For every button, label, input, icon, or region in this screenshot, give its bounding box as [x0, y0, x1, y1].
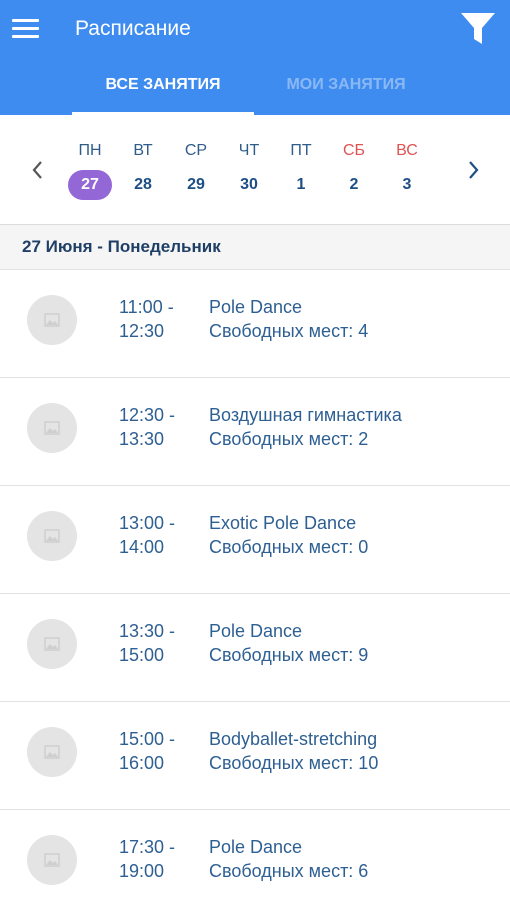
day-of-week-label: ПТ [290, 142, 312, 159]
day-of-week-label: ВТ [133, 142, 153, 159]
session-end: 12:30 [119, 321, 165, 341]
selected-date-label: 27 Июня - Понедельник [22, 237, 221, 256]
day-of-week-label: СБ [342, 142, 366, 159]
tab-all-classes[interactable]: ВСЕ ЗАНЯТИЯ [72, 62, 254, 115]
app-header: Расписание ВСЕ ЗАНЯТИЯ МОИ ЗАНЯТИЯ [0, 0, 510, 115]
session-time: 12:30 - 13:30 [119, 403, 199, 451]
session-time: 13:30 - 15:00 [119, 619, 199, 667]
session-list: 11:00 - 12:30 Pole Dance Свободных мест:… [0, 270, 510, 900]
day-thursday[interactable]: ЧТ 30 [224, 140, 274, 204]
day-of-week-label: ВС [396, 142, 418, 159]
week-day-selector: ПН 27 ВТ 28 СР 29 ЧТ 30 ПТ 1 СБ 2 ВС 3 [0, 115, 510, 225]
session-start: 17:30 - [119, 837, 176, 857]
session-seats: Свободных мест: 6 [209, 861, 369, 881]
day-friday[interactable]: ПТ 1 [276, 140, 326, 204]
tab-my-classes[interactable]: МОИ ЗАНЯТИЯ [254, 62, 438, 115]
session-info: Pole Dance Свободных мест: 6 [209, 835, 499, 883]
day-sunday[interactable]: ВС 3 [382, 140, 432, 204]
day-of-week-label: ЧТ [238, 142, 260, 159]
session-start: 11:00 - [119, 297, 174, 317]
session-name: Pole Dance [209, 621, 303, 641]
session-name: Bodyballet-stretching [209, 729, 378, 749]
session-start: 13:00 - [119, 513, 176, 533]
session-start: 15:00 - [119, 729, 176, 749]
session-row[interactable]: 12:30 - 13:30 Воздушная гимнастика Свобо… [0, 378, 510, 486]
session-end: 16:00 [119, 753, 165, 773]
image-placeholder-icon [27, 727, 77, 777]
session-time: 11:00 - 12:30 [119, 295, 199, 343]
hamburger-menu-icon[interactable] [12, 16, 40, 42]
session-seats: Свободных мест: 10 [209, 753, 379, 773]
filter-funnel-icon[interactable] [458, 10, 498, 48]
chevron-left-icon[interactable] [27, 155, 49, 185]
day-date-label: 30 [240, 176, 258, 193]
session-info: Bodyballet-stretching Свободных мест: 10 [209, 727, 499, 775]
session-start: 12:30 - [119, 405, 176, 425]
session-info: Воздушная гимнастика Свободных мест: 2 [209, 403, 499, 451]
image-placeholder-icon [27, 511, 77, 561]
day-wednesday[interactable]: СР 29 [171, 140, 221, 204]
day-date-label: 3 [402, 176, 412, 193]
session-seats: Свободных мест: 9 [209, 645, 369, 665]
session-name: Pole Dance [209, 297, 303, 317]
session-end: 15:00 [119, 645, 165, 665]
session-row[interactable]: 15:00 - 16:00 Bodyballet-stretching Своб… [0, 702, 510, 810]
day-date-label: 2 [349, 176, 359, 193]
session-seats: Свободных мест: 2 [209, 429, 369, 449]
image-placeholder-icon [27, 619, 77, 669]
selected-date-header: 27 Июня - Понедельник [0, 225, 510, 270]
day-date-label: 28 [134, 176, 152, 193]
session-time: 15:00 - 16:00 [119, 727, 199, 775]
session-row[interactable]: 13:30 - 15:00 Pole Dance Свободных мест:… [0, 594, 510, 702]
day-date-label: 29 [187, 176, 205, 193]
day-monday[interactable]: ПН 27 [65, 140, 115, 204]
session-seats: Свободных мест: 4 [209, 321, 369, 341]
day-tuesday[interactable]: ВТ 28 [118, 140, 168, 204]
session-time: 13:00 - 14:00 [119, 511, 199, 559]
session-info: Pole Dance Свободных мест: 4 [209, 295, 499, 343]
session-name: Exotic Pole Dance [209, 513, 357, 533]
day-saturday[interactable]: СБ 2 [329, 140, 379, 204]
session-name: Воздушная гимнастика [209, 405, 402, 425]
session-row[interactable]: 13:00 - 14:00 Exotic Pole Dance Свободны… [0, 486, 510, 594]
session-info: Pole Dance Свободных мест: 9 [209, 619, 499, 667]
day-of-week-label: СР [184, 142, 208, 159]
session-info: Exotic Pole Dance Свободных мест: 0 [209, 511, 499, 559]
session-row[interactable]: 17:30 - 19:00 Pole Dance Свободных мест:… [0, 810, 510, 900]
day-of-week-label: ПН [78, 142, 102, 159]
session-row[interactable]: 11:00 - 12:30 Pole Dance Свободных мест:… [0, 270, 510, 378]
image-placeholder-icon [27, 835, 77, 885]
session-end: 14:00 [119, 537, 165, 557]
day-date-label: 27 [68, 170, 112, 200]
page-title: Расписание [75, 17, 191, 40]
session-seats: Свободных мест: 0 [209, 537, 369, 557]
session-end: 19:00 [119, 861, 165, 881]
session-time: 17:30 - 19:00 [119, 835, 199, 883]
image-placeholder-icon [27, 295, 77, 345]
image-placeholder-icon [27, 403, 77, 453]
day-date-label: 1 [296, 176, 306, 193]
session-end: 13:30 [119, 429, 165, 449]
session-start: 13:30 - [119, 621, 176, 641]
session-name: Pole Dance [209, 837, 303, 857]
schedule-screen: Расписание ВСЕ ЗАНЯТИЯ МОИ ЗАНЯТИЯ ПН 27… [0, 0, 510, 900]
chevron-right-icon[interactable] [462, 155, 484, 185]
